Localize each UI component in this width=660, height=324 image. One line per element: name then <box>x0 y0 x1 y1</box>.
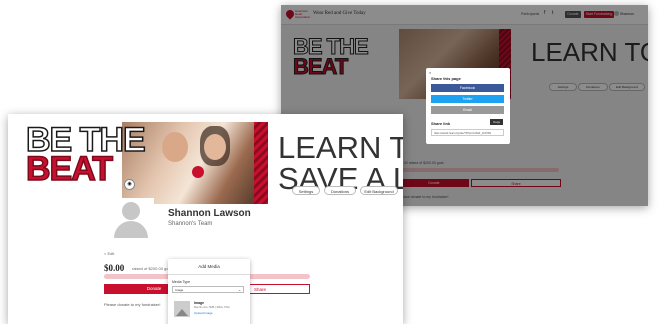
upload-image-link[interactable]: Upload Image <box>194 311 213 315</box>
divider <box>168 274 250 275</box>
team-name[interactable]: Shannon's Team <box>168 221 212 227</box>
participant-name: Shannon Lawson <box>168 208 251 219</box>
mountain-icon <box>176 309 188 316</box>
front-screenshot: BE THE BEAT LEARN TO SAVE A LI ◉ Setting… <box>8 114 403 324</box>
add-media-heading: Add Media <box>198 264 220 269</box>
media-type-label: Media Type <box>172 280 191 284</box>
please-donate-text: Please donate to my fundraiser! <box>104 302 161 307</box>
media-type-select[interactable]: Image <box>172 286 244 293</box>
share-modal: × Share this page Facebook Twitter Email… <box>426 68 510 144</box>
close-icon[interactable]: × <box>429 70 431 75</box>
facebook-share-button[interactable]: Facebook <box>431 84 504 92</box>
amount-raised: $0.00 <box>104 263 125 273</box>
camera-icon[interactable]: ◉ <box>124 179 135 190</box>
learn-line-1: LEARN TO <box>278 130 403 165</box>
photo-flower <box>192 166 204 178</box>
avatar-body <box>114 221 148 238</box>
twitter-share-button[interactable]: Twitter <box>431 95 504 103</box>
avatar-head <box>122 202 140 220</box>
be-the-beat-logo: BE THE BEAT <box>25 122 146 187</box>
photo-figure-mother <box>162 132 188 162</box>
raised-of-goal-text: raised of $200.00 goal <box>132 266 172 271</box>
settings-button[interactable]: Settings <box>292 186 320 195</box>
learn-headline: LEARN TO SAVE A LI <box>278 132 403 194</box>
chevron-down-icon[interactable]: ⌄ <box>238 286 241 293</box>
image-requirements: Max file size: 5MB | JPEG, PNG <box>194 306 230 309</box>
copy-button[interactable]: Copy <box>490 119 503 125</box>
photo-figure-daughter <box>204 134 226 160</box>
image-placeholder-icon <box>174 301 190 317</box>
banner-stripes <box>254 122 268 204</box>
image-type-label: Image <box>194 301 205 305</box>
beat-text: BEAT <box>25 150 114 188</box>
donations-button[interactable]: Donations <box>324 186 356 195</box>
email-share-button[interactable]: Email <box>431 106 504 114</box>
share-heading: Share this page <box>431 76 461 81</box>
edit-link[interactable]: < Edit <box>104 251 114 256</box>
avatar[interactable] <box>108 198 154 238</box>
edit-background-button[interactable]: Edit Background <box>360 186 398 195</box>
share-link-field[interactable]: https://www2.heart.org/site/TR?px=123&fr… <box>431 129 504 136</box>
share-link-heading: Share link <box>431 121 451 126</box>
add-media-panel: Add Media Media Type Image ⌄ Image Max f… <box>168 259 250 324</box>
